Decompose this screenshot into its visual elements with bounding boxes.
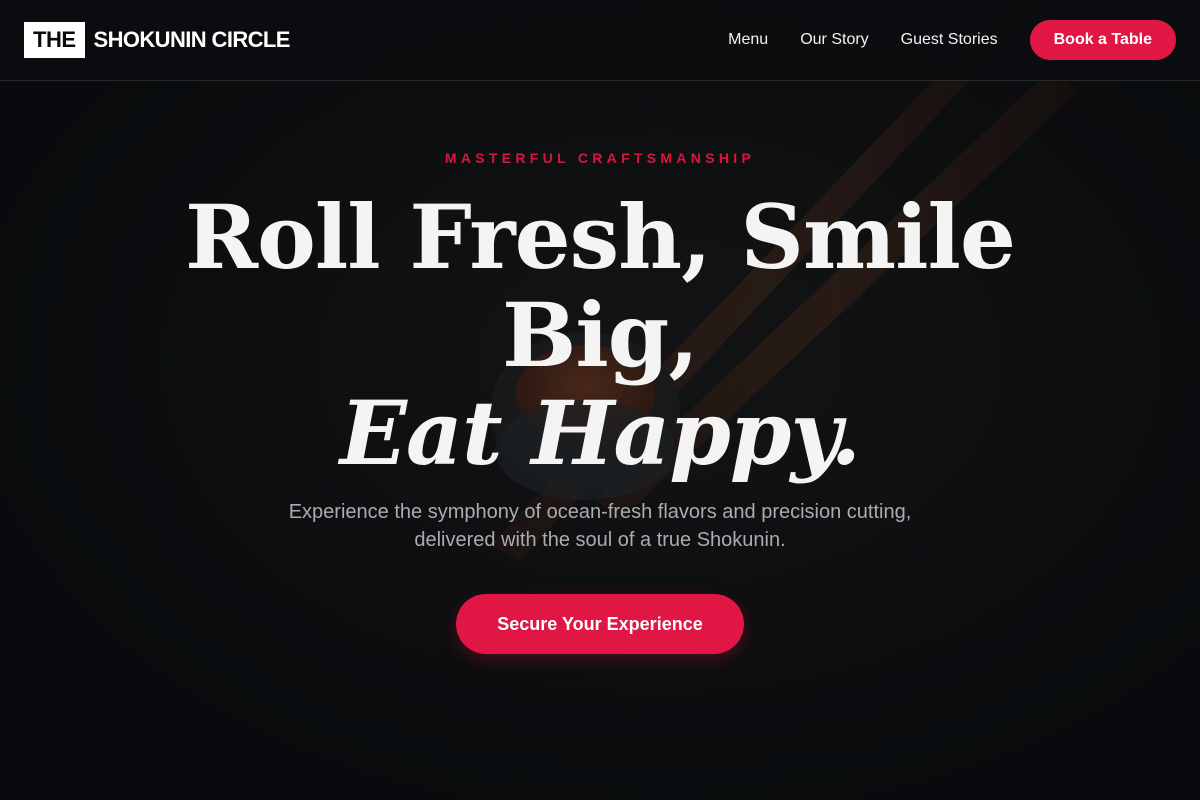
logo[interactable]: THE SHOKUNIN CIRCLE [24,22,290,58]
nav-link-menu[interactable]: Menu [728,31,768,49]
main-nav: Menu Our Story Guest Stories Book a Tabl… [728,20,1176,60]
hero-subtitle: Experience the symphony of ocean-fresh f… [288,501,912,551]
nav-link-guest-stories[interactable]: Guest Stories [901,31,998,49]
logo-mark: THE [24,22,85,58]
hero-section: MASTERFUL CRAFTSMANSHIP Roll Fresh, Smil… [0,80,1200,800]
book-table-button[interactable]: Book a Table [1029,20,1176,60]
headline-line-2: Big, [502,283,699,387]
headline-line-3: Eat Happy. [339,381,861,485]
logo-wordmark: SHOKUNIN CIRCLE [93,27,291,52]
secure-experience-button[interactable]: Secure Your Experience [456,594,744,654]
nav-link-our-story[interactable]: Our Story [800,31,868,49]
hero-eyebrow: MASTERFUL CRAFTSMANSHIP [444,150,756,166]
site-header: THE SHOKUNIN CIRCLE Menu Our Story Guest… [0,0,1200,81]
headline-line-1: Roll Fresh, Smile [185,185,1016,289]
hero-headline: Roll Fresh, Smile Big, Eat Happy. [150,188,1050,482]
